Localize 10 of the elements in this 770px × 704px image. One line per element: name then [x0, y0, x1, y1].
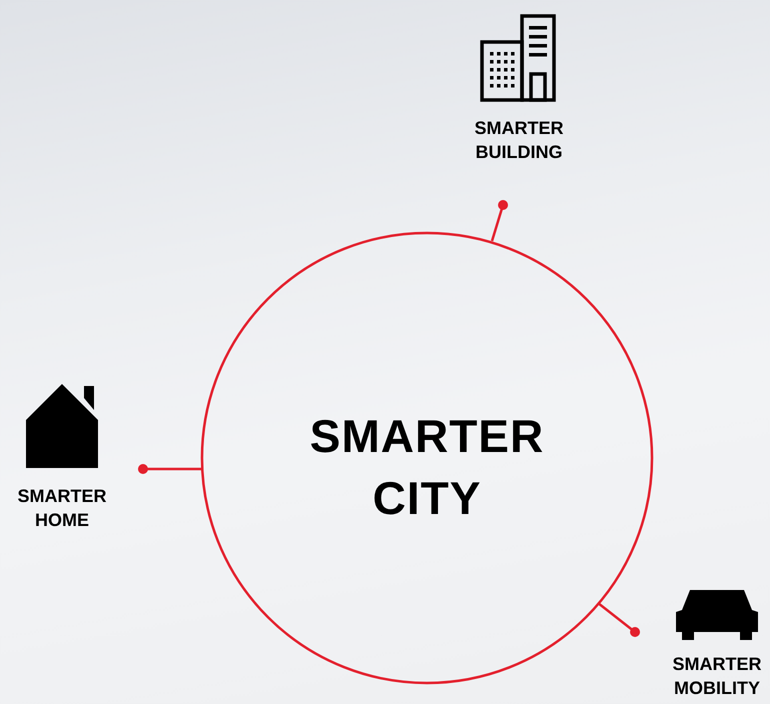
office-building-icon [480, 14, 556, 102]
node-label: SMARTER BUILDING [474, 117, 564, 164]
connector-line [138, 464, 202, 474]
connector-line [597, 602, 640, 637]
connector-line [490, 200, 508, 242]
node-label: SMARTER MOBILITY [672, 653, 762, 700]
node-label: SMARTER HOME [16, 485, 108, 532]
center-title: SMARTER CITY [308, 409, 546, 526]
house-icon [26, 384, 98, 468]
car-icon [676, 590, 758, 640]
